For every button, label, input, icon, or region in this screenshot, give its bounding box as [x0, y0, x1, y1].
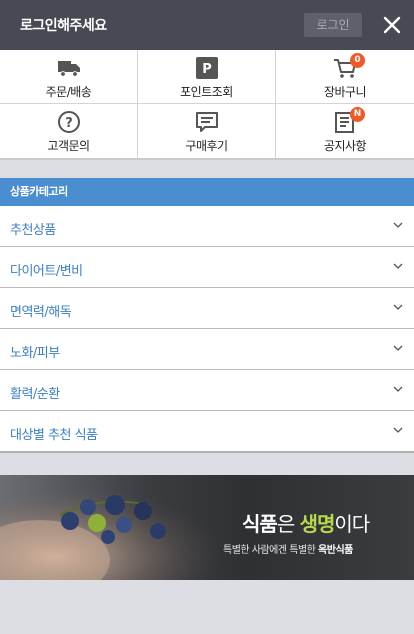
review-icon	[196, 112, 218, 132]
quick-item-label: 주문/배송	[45, 85, 92, 99]
point-icon: P	[196, 57, 218, 79]
category-item-target[interactable]: 대상별 추천 식품	[0, 411, 414, 453]
quick-item-order[interactable]: 주문/배송	[0, 50, 138, 104]
category-item-diet[interactable]: 다이어트/변비	[0, 247, 414, 288]
promo-banner[interactable]: 식품은 생명이다 특별한 사람에겐 특별한 옥반식품	[0, 475, 414, 580]
banner-subtitle: 특별한 사람에겐 특별한 옥반식품	[223, 545, 353, 556]
quick-item-label: 포인트조회	[180, 85, 233, 99]
chevron-down-icon	[393, 263, 403, 269]
truck-icon	[58, 61, 80, 77]
quick-item-label: 고객문의	[47, 139, 90, 153]
question-icon: ?	[58, 111, 80, 133]
close-icon[interactable]	[380, 12, 404, 38]
login-button[interactable]: 로그인	[304, 13, 362, 37]
quick-item-label: 장바구니	[323, 85, 367, 99]
category-item-aging[interactable]: 노화/피부	[0, 329, 414, 370]
question-icon-glyph: ?	[65, 116, 73, 131]
login-prompt: 로그인해주세요	[20, 18, 107, 34]
top-bar: 로그인해주세요 로그인	[0, 0, 414, 50]
point-icon-glyph: P	[202, 62, 212, 77]
quick-menu: 주문/배송 P 포인트조회 0 장바구니 ? 고객문의 구매후기 N 공지사항	[0, 50, 414, 160]
quick-item-label: 구매후기	[185, 139, 228, 153]
category-item-label: 추천상품	[10, 223, 56, 238]
chevron-down-icon	[393, 222, 403, 228]
category-item-label: 노화/피부	[10, 346, 60, 361]
quick-item-cart[interactable]: 0 장바구니	[276, 50, 414, 104]
category-item-label: 면역력/해독	[10, 305, 72, 320]
quick-item-label: 공지사항	[323, 139, 367, 153]
chevron-down-icon	[393, 345, 403, 351]
category-list: 추천상품 다이어트/변비 면역력/해독 노화/피부 활력/순환 대상별 추천 식…	[0, 206, 414, 453]
category-item-label: 다이어트/변비	[10, 264, 83, 279]
chevron-down-icon	[393, 427, 403, 433]
quick-item-inquiry[interactable]: ? 고객문의	[0, 104, 138, 158]
banner-headline: 식품은 생명이다	[242, 512, 370, 536]
notice-new-badge: N	[350, 107, 365, 122]
chevron-down-icon	[393, 386, 403, 392]
category-item-recommended[interactable]: 추천상품	[0, 206, 414, 247]
quick-item-notice[interactable]: N 공지사항	[276, 104, 414, 158]
category-item-vitality[interactable]: 활력/순환	[0, 370, 414, 411]
category-item-label: 활력/순환	[10, 387, 60, 402]
cart-count-badge: 0	[350, 53, 365, 68]
quick-item-points[interactable]: P 포인트조회	[138, 50, 276, 104]
category-item-label: 대상별 추천 식품	[10, 428, 98, 443]
quick-item-review[interactable]: 구매후기	[138, 104, 276, 158]
chevron-down-icon	[393, 304, 403, 310]
category-heading: 상품카테고리	[0, 178, 414, 206]
category-item-immunity[interactable]: 면역력/해독	[0, 288, 414, 329]
